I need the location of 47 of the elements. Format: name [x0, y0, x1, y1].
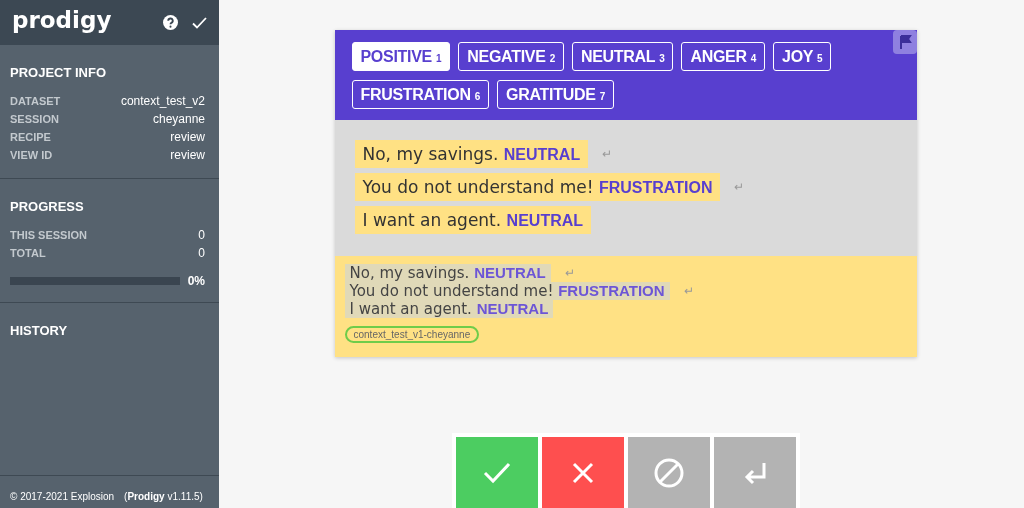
text-span: You do not understand me! FRUSTRATION — [344, 282, 670, 300]
label-option[interactable]: NEUTRAL 3 — [571, 42, 674, 71]
info-label: RECIPE — [10, 130, 51, 145]
session-tag: context_test_v1-cheyanne — [344, 326, 480, 343]
label-option[interactable]: ANGER 4 — [681, 42, 766, 71]
return-mark: ↵ — [683, 284, 694, 298]
label-option[interactable]: FRUSTRATION 6 — [351, 80, 490, 109]
text-span: I want an agent. NEUTRAL — [344, 300, 554, 318]
info-label: DATASET — [10, 94, 61, 109]
return-mark: ↵ — [564, 266, 575, 280]
copyright: © 2017-2021 Explosion — [10, 490, 115, 502]
version: (Prodigy v1.11.5) — [124, 490, 203, 502]
info-label: VIEW ID — [10, 148, 53, 163]
text-span: No, my savings. NEUTRAL — [344, 264, 551, 282]
logo: prodigy — [12, 6, 113, 33]
info-label: THIS SESSION — [10, 228, 88, 243]
undo-button[interactable] — [713, 437, 796, 508]
label-option[interactable]: GRATITUDE 7 — [497, 80, 614, 109]
text-span: I want an agent. NEUTRAL — [354, 206, 592, 234]
label-option[interactable]: NEGATIVE 2 — [458, 42, 564, 71]
return-mark: ↵ — [734, 180, 745, 194]
section-title: PROJECT INFO — [10, 65, 108, 80]
info-label: TOTAL — [10, 246, 46, 261]
flag-icon[interactable] — [892, 30, 917, 54]
reject-button[interactable] — [541, 437, 624, 508]
close-icon — [571, 461, 594, 484]
check-icon[interactable] — [192, 16, 207, 29]
section-title: HISTORY — [10, 323, 69, 338]
accept-button[interactable] — [455, 437, 538, 508]
label-option[interactable]: POSITIVE 1 — [351, 42, 451, 71]
progress-reading: 0% — [187, 274, 205, 288]
ignore-icon — [653, 457, 684, 488]
ignore-button[interactable] — [627, 437, 710, 508]
label-option[interactable]: JOY 5 — [773, 42, 832, 71]
section-title: PROGRESS — [10, 199, 85, 214]
info-value: review — [170, 129, 205, 146]
text-span: You do not understand me! FRUSTRATION — [354, 173, 721, 201]
info-value: 0 — [198, 245, 205, 262]
info-value: context_test_v2 — [120, 93, 205, 110]
info-label: SESSION — [10, 112, 59, 127]
return-mark: ↵ — [602, 147, 613, 161]
help-icon[interactable] — [163, 15, 178, 30]
info-value: review — [170, 147, 205, 164]
text-span: No, my savings. NEUTRAL — [354, 140, 589, 168]
info-value: cheyanne — [152, 111, 205, 128]
info-value: 0 — [198, 227, 205, 244]
check-icon — [482, 461, 511, 484]
